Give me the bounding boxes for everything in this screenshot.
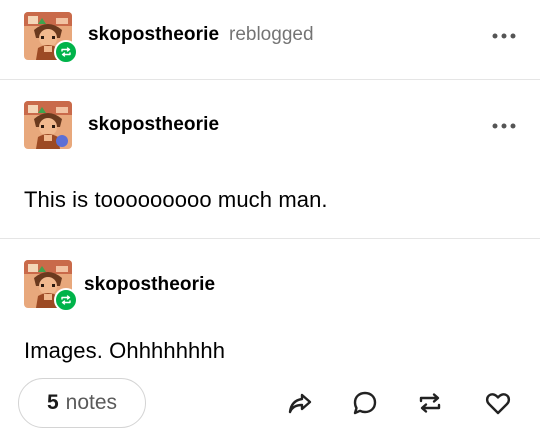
post-body-text: This is tooooooooo much man.: [24, 187, 328, 212]
reblog-author-avatar[interactable]: [24, 260, 78, 312]
reblog-author-blog-name[interactable]: skopostheorie: [84, 274, 215, 296]
reply-icon[interactable]: [350, 388, 380, 418]
post-author-avatar[interactable]: [24, 101, 72, 149]
reblogger-blog-name[interactable]: skopostheorie: [88, 24, 219, 46]
more-dots-icon[interactable]: [490, 30, 518, 42]
notes-label: notes: [65, 391, 118, 414]
more-dots-icon[interactable]: [490, 120, 518, 132]
reblog-badge-icon: [54, 40, 78, 64]
reblog-badge-icon: [54, 288, 78, 312]
notes-count: 5: [46, 391, 59, 414]
avatar-image: [24, 101, 72, 149]
divider: [0, 238, 540, 239]
reblogger-avatar[interactable]: [24, 12, 78, 64]
like-icon[interactable]: [483, 388, 513, 418]
divider: [0, 79, 540, 80]
reblog-icon[interactable]: [415, 388, 445, 418]
reblog-body-text: Images. Ohhhhhhhh: [24, 338, 226, 363]
share-icon[interactable]: [285, 388, 315, 418]
notes-button[interactable]: 5 notes: [18, 378, 146, 428]
post-author-blog-name[interactable]: skopostheorie: [88, 114, 219, 136]
reblogged-label: reblogged: [229, 24, 314, 45]
